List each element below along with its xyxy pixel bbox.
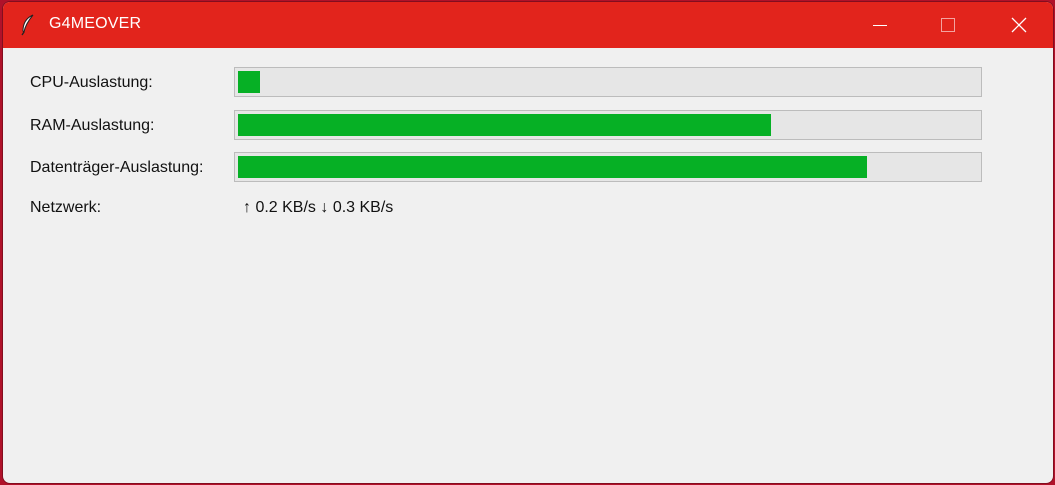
ram-label: RAM-Auslastung:: [30, 117, 155, 134]
ram-progress-bar: [234, 110, 982, 140]
app-window: G4MEOVER CPU-Auslastung: RAM-Auslastung:…: [3, 2, 1053, 483]
close-icon: [1011, 17, 1027, 33]
feather-icon: [21, 14, 34, 36]
window-title: G4MEOVER: [49, 15, 142, 32]
maximize-button[interactable]: [914, 2, 982, 48]
network-value: ↑ 0.2 KB/s ↓ 0.3 KB/s: [243, 199, 394, 216]
minimize-button[interactable]: [846, 2, 914, 48]
cpu-progress-fill: [238, 71, 260, 93]
close-button[interactable]: [985, 2, 1053, 48]
minimize-icon: [873, 25, 887, 26]
cpu-label: CPU-Auslastung:: [30, 74, 153, 91]
title-bar[interactable]: G4MEOVER: [3, 2, 1053, 48]
disk-progress-fill: [238, 156, 867, 178]
maximize-icon: [941, 18, 955, 32]
network-label: Netzwerk:: [30, 199, 102, 216]
ram-progress-fill: [238, 114, 771, 136]
disk-label: Datenträger-Auslastung:: [30, 159, 204, 176]
disk-progress-bar: [234, 152, 982, 182]
cpu-progress-bar: [234, 67, 982, 97]
